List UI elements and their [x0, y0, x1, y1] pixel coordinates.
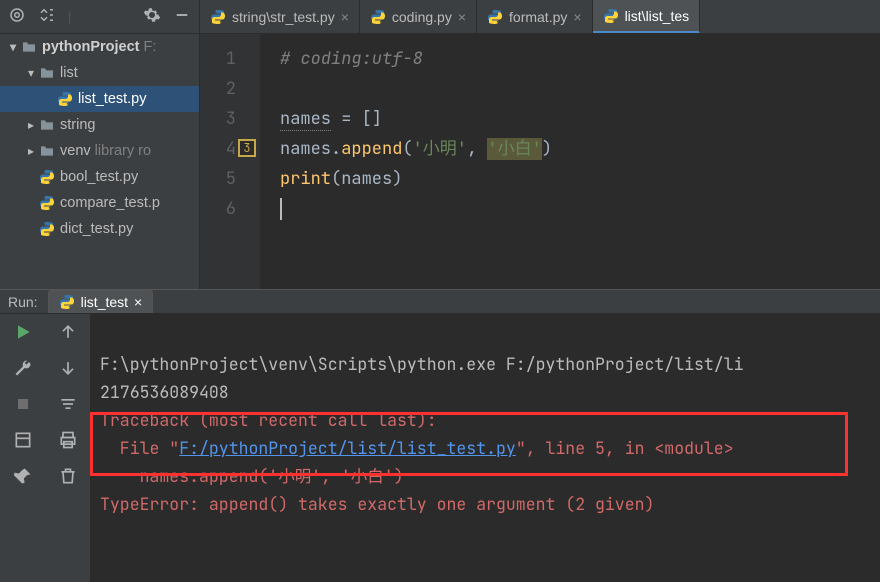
run-header: Run: list_test × — [0, 290, 880, 314]
python-file-icon — [38, 220, 56, 238]
tree-item[interactable]: ▸ venvlibrary ro — [0, 138, 199, 164]
layout-button[interactable] — [12, 429, 34, 451]
toolbar-expand-icon[interactable] — [38, 6, 56, 27]
toolbar-divider-icon: | — [68, 9, 71, 24]
project-sidebar: | ▾ pythonProject F: ▾ listlist_test.py ▸ s… — [0, 0, 200, 289]
editor-tab[interactable]: format.py × — [477, 0, 593, 33]
code-comment: # coding:utf-8 — [280, 48, 423, 70]
print-button[interactable] — [57, 429, 79, 451]
gutter[interactable]: 3 123456 — [200, 34, 260, 289]
project-toolbar: | — [0, 0, 199, 34]
folder-icon — [38, 142, 56, 160]
python-file-icon — [38, 168, 56, 186]
tree-item[interactable]: list_test.py — [0, 86, 199, 112]
run-title: Run: — [8, 294, 38, 310]
chevron-icon[interactable]: ▸ — [24, 118, 38, 132]
run-toolwindow: Run: list_test × F:\pythonProject\venv\S… — [0, 289, 880, 539]
console-id: 2176536089408 — [100, 381, 229, 403]
tab-label: string\str_test.py — [232, 9, 335, 25]
tab-label: list\list_tes — [625, 8, 690, 24]
run-play-button[interactable] — [12, 321, 34, 343]
tree-item-label: string — [60, 117, 95, 133]
trash-button[interactable] — [57, 465, 79, 487]
console-traceback: Traceback (most recent call last): — [100, 409, 437, 431]
run-toolbar — [0, 314, 90, 582]
python-icon — [59, 294, 75, 310]
run-tab[interactable]: list_test × — [48, 290, 154, 313]
wrench-button[interactable] — [12, 357, 34, 379]
chevron-icon[interactable]: ▸ — [24, 144, 38, 158]
folder-icon — [20, 38, 38, 56]
code-editor[interactable]: 3 123456 # coding:utf-8 names = [] names… — [200, 34, 880, 289]
tree-item[interactable]: ▾ list — [0, 60, 199, 86]
project-path-hint: F: — [143, 39, 156, 55]
toolbar-target-icon[interactable] — [8, 6, 26, 27]
folder-icon — [38, 116, 56, 134]
code-body[interactable]: # coding:utf-8 names = [] names.append('… — [260, 34, 552, 289]
console-src: names.append('小明', '小白') — [100, 465, 404, 487]
traceback-file-link[interactable]: F:/pythonProject/list/list_test.py — [179, 437, 516, 459]
tree-item-label: list — [60, 65, 78, 81]
scroll-down-button[interactable] — [57, 357, 79, 379]
gutter-line[interactable]: 1 — [200, 44, 254, 74]
gutter-line[interactable]: 2 — [200, 74, 254, 104]
project-tree[interactable]: ▾ pythonProject F: ▾ listlist_test.py ▸ str… — [0, 34, 199, 289]
tree-item[interactable]: ▸ string — [0, 112, 199, 138]
project-root[interactable]: ▾ pythonProject F: — [0, 34, 199, 60]
chevron-icon[interactable]: ▾ — [24, 66, 38, 80]
tree-item-label: list_test.py — [78, 91, 147, 107]
tree-item-hint: library ro — [95, 143, 151, 159]
tree-item-label: venv — [60, 143, 91, 159]
text-caret — [280, 198, 282, 220]
tree-item-label: dict_test.py — [60, 221, 133, 237]
gutter-line[interactable]: 6 — [200, 194, 254, 224]
gutter-line[interactable]: 5 — [200, 164, 254, 194]
editor-tab[interactable]: list\list_tes — [593, 0, 701, 34]
editor-area: string\str_test.py × coding.py × format.py × l… — [200, 0, 880, 289]
toolbar-gear-icon[interactable] — [143, 6, 161, 27]
stop-button[interactable] — [12, 393, 34, 415]
project-root-label: pythonProject — [42, 39, 139, 55]
chevron-down-icon[interactable]: ▾ — [6, 40, 20, 54]
close-icon[interactable]: × — [341, 9, 349, 25]
editor-tab[interactable]: string\str_test.py × — [200, 0, 360, 33]
gutter-line[interactable]: 3 — [200, 104, 254, 134]
toolbar-collapse-icon[interactable] — [173, 6, 191, 27]
run-tab-label: list_test — [81, 294, 128, 310]
python-file-icon — [56, 90, 74, 108]
pin-button[interactable] — [12, 465, 34, 487]
close-icon[interactable]: × — [134, 294, 142, 310]
editor-tab[interactable]: coding.py × — [360, 0, 477, 33]
console-file-line: File "F:/pythonProject/list/list_test.py… — [100, 437, 734, 459]
scroll-up-button[interactable] — [57, 321, 79, 343]
folder-icon — [38, 64, 56, 82]
tab-label: coding.py — [392, 9, 452, 25]
console-cmd: F:\pythonProject\venv\Scripts\python.exe… — [100, 353, 744, 375]
code-var: names — [280, 108, 331, 131]
tree-item[interactable]: dict_test.py — [0, 216, 199, 242]
tab-label: format.py — [509, 9, 567, 25]
editor-tabstrip[interactable]: string\str_test.py × coding.py × format.py × l… — [200, 0, 880, 34]
python-file-icon — [38, 194, 56, 212]
tree-item-label: bool_test.py — [60, 169, 138, 185]
console[interactable]: F:\pythonProject\venv\Scripts\python.exe… — [90, 314, 880, 582]
tree-item-label: compare_test.p — [60, 195, 160, 211]
console-error: TypeError: append() takes exactly one ar… — [100, 493, 654, 515]
filter-button[interactable] — [57, 393, 79, 415]
gutter-marker[interactable]: 3 — [238, 139, 256, 157]
tree-item[interactable]: compare_test.p — [0, 190, 199, 216]
close-icon[interactable]: × — [458, 9, 466, 25]
tree-item[interactable]: bool_test.py — [0, 164, 199, 190]
close-icon[interactable]: × — [573, 9, 581, 25]
